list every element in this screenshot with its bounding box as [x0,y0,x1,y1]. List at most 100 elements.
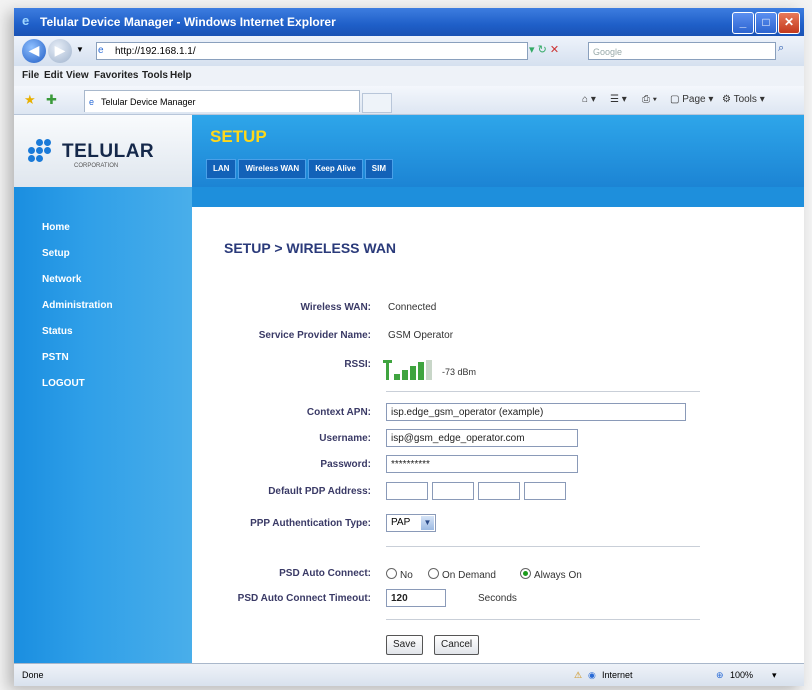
protected-mode-icon: ⚠ [574,670,583,680]
print-icon[interactable]: ⎙ ▾ [642,94,657,105]
psd-option-always-on[interactable]: Always On [520,568,582,581]
tab-page-icon: e [89,97,95,107]
auth-type-select[interactable]: PAP ▼ [386,514,436,532]
close-button[interactable]: ✕ [778,12,800,34]
username-label: Username: [319,433,371,444]
psd-option-always-on-label: Always On [534,570,582,581]
page-menu[interactable]: ▢ Page ▾ [670,94,713,105]
wwan-label: Wireless WAN: [300,302,371,313]
signal-strength-icon [383,360,438,380]
forward-button[interactable]: ▶ [48,39,72,63]
address-toolbar: ◀ ▶ ▼ http://192.168.1.1/ e ▾ ↻ ✕ Google… [14,36,804,66]
header-strip [192,187,804,207]
ie-icon: e [22,13,30,28]
zone-label: Internet [602,670,633,680]
sidebar-item-home[interactable]: Home [42,222,70,233]
new-tab-button[interactable] [362,93,392,113]
back-button[interactable]: ◀ [22,39,46,63]
tab-wireless-wan[interactable]: Wireless WAN [238,159,307,179]
logo-area: TELULAR CORPORATION [14,115,192,187]
window-title: Telular Device Manager - Windows Interne… [40,15,336,29]
search-icon[interactable]: ⌕ [778,42,784,55]
menu-edit[interactable]: Edit [44,70,63,81]
page-title: SETUP > WIRELESS WAN [224,240,397,256]
status-bar: Done ⚠ ◉ Internet ⊕ 100% ▾ [14,663,804,686]
minimize-button[interactable]: _ [732,12,754,34]
sidebar-item-administration[interactable]: Administration [42,300,113,311]
home-icon[interactable]: ⌂ ▾ [582,94,596,105]
sidebar-item-logout[interactable]: LOGOUT [42,378,85,389]
main-panel: SETUP > WIRELESS WAN Wireless WAN: Conne… [192,207,804,663]
tab-lan[interactable]: LAN [206,159,237,179]
telular-logo-icon [28,139,58,163]
password-input[interactable] [386,455,578,473]
menu-tools[interactable]: Tools [142,70,168,81]
timeout-label: PSD Auto Connect Timeout: [237,593,371,604]
maximize-button[interactable]: □ [755,12,777,34]
sidebar: Home Setup Network Administration Status… [14,187,192,663]
pdp-octet-1[interactable] [386,482,428,500]
pdp-octet-2[interactable] [432,482,474,500]
setup-tabs: LAN Wireless WAN Keep Alive SIM [206,159,395,179]
tab-bar: ★ ✚ e Telular Device Manager ⌂ ▾ ☰ ▾ ⎙ ▾… [14,86,804,115]
address-input[interactable]: http://192.168.1.1/ [96,42,528,60]
tools-menu[interactable]: ⚙ Tools ▾ [722,94,765,105]
save-button[interactable]: Save [386,635,423,655]
sidebar-item-pstn[interactable]: PSTN [42,352,69,363]
pdp-octet-4[interactable] [524,482,566,500]
brand-name: TELULAR [62,141,155,162]
section-title: SETUP [210,127,267,146]
favorites-star-icon[interactable]: ★ [24,92,36,108]
chevron-down-icon: ▼ [421,516,434,530]
sidebar-item-network[interactable]: Network [42,274,81,285]
tools-menu-label: Tools [733,94,757,105]
menu-file[interactable]: File [22,70,39,81]
browser-window: e Telular Device Manager - Windows Inter… [14,8,804,686]
zoom-icon: ⊕ [716,670,724,680]
page-header: SETUP LAN Wireless WAN Keep Alive SIM [192,115,804,187]
sidebar-item-setup[interactable]: Setup [42,248,70,259]
browser-tab[interactable]: e Telular Device Manager [84,90,360,112]
apn-label: Context APN: [306,407,371,418]
menu-help[interactable]: Help [170,70,192,81]
rssi-value: -73 dBm [442,367,477,377]
title-bar: e Telular Device Manager - Windows Inter… [14,8,804,36]
cancel-button[interactable]: Cancel [434,635,480,655]
provider-label: Service Provider Name: [258,330,371,341]
page-content: TELULAR CORPORATION SETUP LAN Wireless W… [14,115,804,663]
feeds-icon[interactable]: ☰ ▾ [610,94,627,105]
radio-selected-icon [520,568,531,579]
psd-option-on-demand[interactable]: On Demand [428,568,496,581]
add-favorites-icon[interactable]: ✚ [46,92,57,108]
pdp-octet-3[interactable] [478,482,520,500]
pdp-label: Default PDP Address: [268,486,371,497]
divider [386,391,700,392]
psd-option-no-label: No [400,570,413,581]
apn-input[interactable] [386,403,686,421]
divider [386,546,700,547]
psd-option-no[interactable]: No [386,568,413,581]
zoom-level[interactable]: 100% [730,670,753,680]
page-menu-label: Page [682,94,706,105]
wwan-value: Connected [388,302,437,313]
rssi-label: RSSI: [344,359,371,370]
password-label: Password: [320,459,371,470]
radio-icon [428,568,439,579]
provider-value: GSM Operator [388,330,454,341]
username-input[interactable] [386,429,578,447]
recent-pages-dropdown-icon[interactable]: ▼ [76,45,84,54]
brand-tagline: CORPORATION [74,163,119,169]
psd-label: PSD Auto Connect: [279,568,371,579]
menu-favorites[interactable]: Favorites [94,70,138,81]
menu-view[interactable]: View [66,70,89,81]
sidebar-item-status[interactable]: Status [42,326,73,337]
zoom-dropdown-icon[interactable]: ▾ [772,670,777,681]
timeout-input[interactable] [386,589,446,607]
status-text: Done [22,670,44,680]
search-input[interactable]: Google [588,42,776,60]
globe-icon: ◉ [588,670,596,680]
auth-type-value: PAP [391,517,411,528]
refresh-stop-icons[interactable]: ▾ ↻ ✕ [529,43,559,56]
tab-keep-alive[interactable]: Keep Alive [308,159,363,179]
tab-sim[interactable]: SIM [364,159,394,179]
